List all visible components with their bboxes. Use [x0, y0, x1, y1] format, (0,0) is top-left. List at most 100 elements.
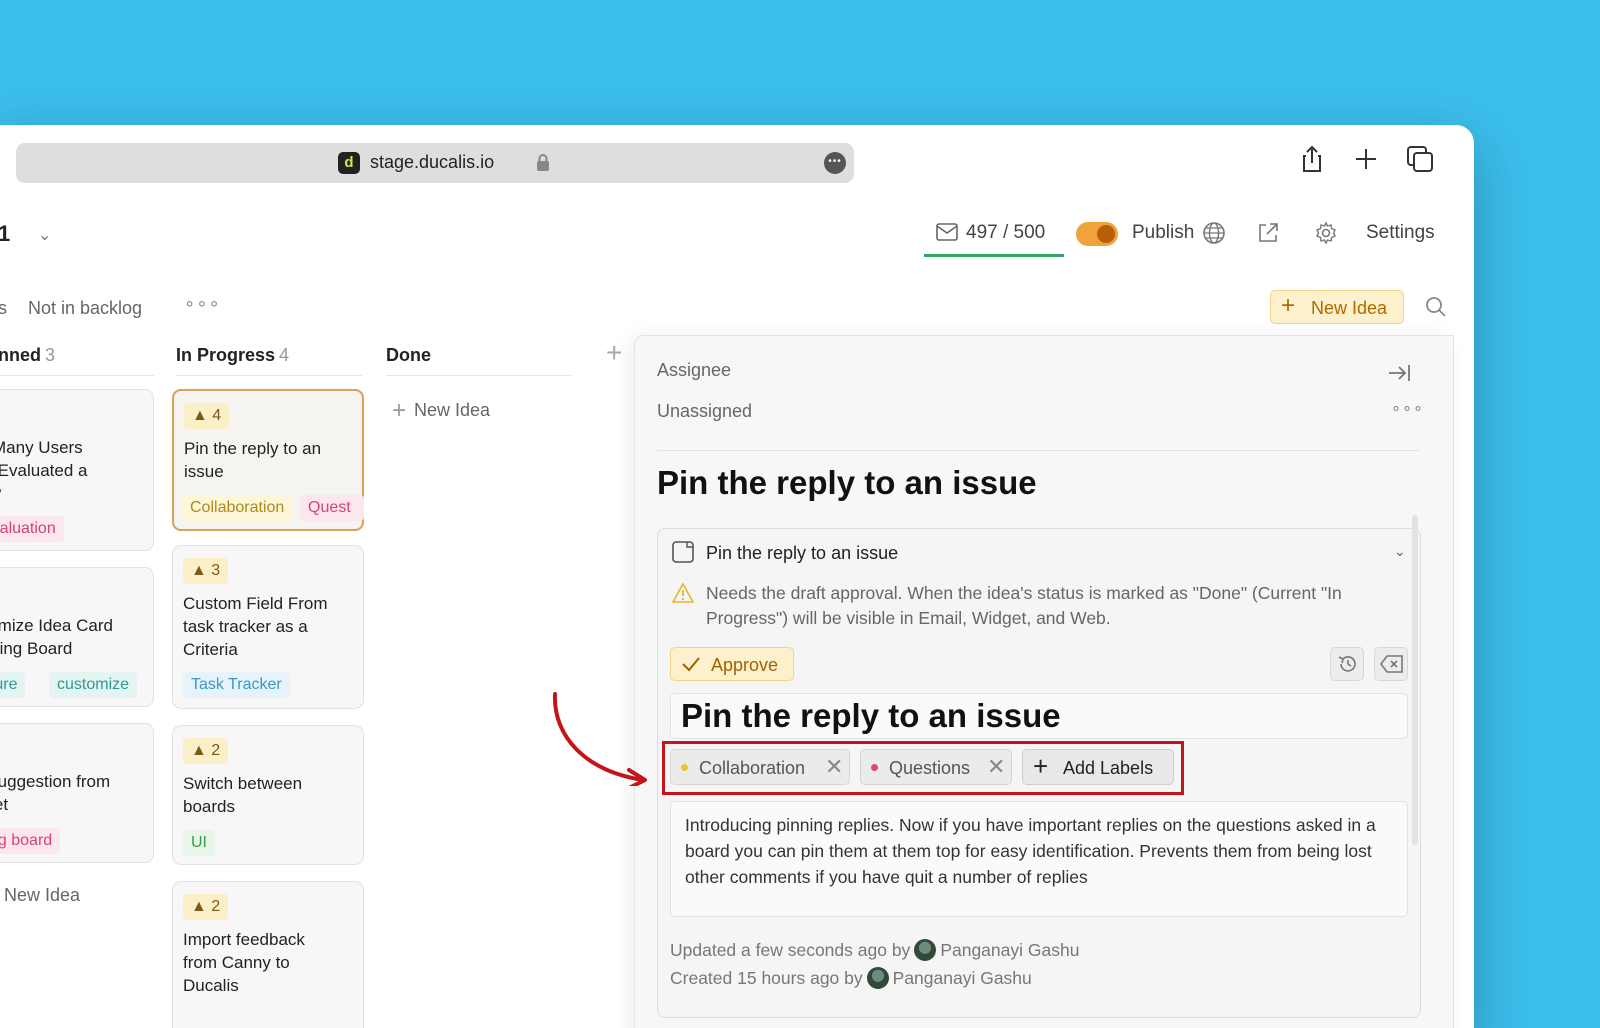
publish-label: Publish	[1132, 222, 1195, 243]
external-link-icon[interactable]	[1256, 221, 1280, 245]
avatar	[866, 967, 889, 989]
done-new-idea-link[interactable]: + New Idea	[392, 397, 490, 425]
vote-badge: ▲ 2	[183, 894, 229, 920]
column-header-done: Done	[386, 345, 431, 366]
label-chip-collaboration[interactable]: Collaboration ✕	[670, 749, 850, 785]
idea-title[interactable]: Pin the reply to an issue	[657, 464, 1037, 502]
new-tab-icon[interactable]	[1350, 143, 1382, 175]
filter-tab-not-in-backlog[interactable]: Not in backlog	[28, 298, 142, 319]
draft-warning-text: Needs the draft approval. When the idea'…	[706, 583, 1342, 628]
vote-badge: ▲ 2	[183, 738, 229, 764]
vote-badge: ▲ 3	[183, 558, 229, 584]
card-title: stomize Idea CardVoting Board	[0, 616, 113, 658]
add-labels-button[interactable]: + Add Labels	[1022, 749, 1174, 785]
filter-more-icon[interactable]: ∘∘∘	[184, 293, 221, 314]
remove-label-icon[interactable]: ✕	[987, 754, 1005, 780]
idea-card[interactable]: 3 stomize Idea CardVoting Board ature cu…	[0, 567, 154, 707]
column-name: nned	[0, 345, 41, 365]
column-divider	[176, 375, 362, 376]
column-divider	[386, 375, 572, 376]
panel-more-icon[interactable]: ∘∘∘	[1391, 398, 1424, 418]
label-dot	[681, 764, 688, 771]
idea-card[interactable]: ▲ 2 Import feedback from Canny to Ducalis	[172, 881, 364, 1028]
annotation-arrow-icon	[552, 692, 647, 786]
column-count: 4	[279, 345, 290, 365]
share-icon[interactable]	[1296, 143, 1328, 175]
site-favicon: d	[338, 152, 360, 174]
card-tag: UI	[183, 830, 215, 856]
backspace-icon	[1380, 655, 1403, 673]
column-name: In Progress	[176, 345, 276, 365]
email-quota-count: 497 / 500	[966, 222, 1046, 243]
browser-window: d stage.ducalis.io ••• 1 ⌄ 497 / 500 Pub…	[0, 125, 1474, 1028]
mail-icon	[936, 223, 958, 241]
column-name: Done	[386, 345, 431, 365]
add-labels-label: Add Labels	[1063, 758, 1154, 778]
tabs-overview-icon[interactable]	[1404, 143, 1436, 175]
warning-icon	[672, 583, 694, 603]
card-tag: Collaboration	[182, 495, 293, 521]
idea-card-selected[interactable]: ▲ 4 Pin the reply to an issue Collaborati…	[172, 389, 364, 531]
plus-icon: +	[392, 397, 407, 424]
gear-icon[interactable]	[1314, 221, 1338, 245]
idea-detail-panel: Assignee Unassigned ∘∘∘ Pin the reply to…	[634, 335, 1454, 1028]
card-tag: ature	[0, 672, 26, 698]
draft-name: Pin the reply to an issue	[706, 543, 899, 563]
lock-icon	[537, 154, 549, 171]
address-bar[interactable]: d stage.ducalis.io •••	[16, 143, 854, 183]
vote-badge: ▲ 4	[184, 403, 230, 429]
label-chip-questions[interactable]: Questions ✕	[860, 749, 1012, 785]
label-text: Collaboration	[699, 758, 806, 778]
column-divider	[0, 375, 154, 376]
idea-card[interactable]: 4 w Many Usersve Evaluated ask? Evaluati…	[0, 389, 154, 551]
new-idea-button-label: New Idea	[1311, 298, 1388, 318]
card-title: Switch between boards	[183, 774, 303, 816]
chevron-down-icon[interactable]: ⌄	[38, 225, 51, 245]
card-tag: customize	[49, 672, 138, 698]
more-options-icon[interactable]: •••	[824, 152, 846, 174]
settings-button[interactable]: Settings	[1366, 222, 1435, 244]
avatar	[914, 939, 937, 961]
add-column-icon[interactable]: +	[606, 337, 622, 369]
email-quota[interactable]: 497 / 500	[924, 213, 1064, 257]
chevron-down-icon[interactable]: ⌄	[1394, 543, 1406, 560]
draft-checkbox-icon	[672, 541, 694, 563]
panel-divider	[657, 450, 1419, 451]
created-meta: Created 15 hours ago by Panganayi Gashu	[670, 967, 1032, 989]
check-icon	[682, 657, 700, 672]
assignee-value[interactable]: Unassigned	[657, 401, 752, 422]
new-idea-label: New Idea	[4, 885, 81, 905]
description-textarea[interactable]: Introducing pinning replies. Now if you …	[670, 801, 1408, 917]
card-title: a suggestion fromdget	[0, 772, 111, 814]
card-title: Import feedback from Canny to Ducalis	[183, 930, 305, 995]
approve-label: Approve	[711, 655, 779, 675]
search-icon[interactable]	[1424, 295, 1448, 319]
panel-scrollbar[interactable]	[1412, 515, 1418, 845]
filter-tab-partial[interactable]: s	[0, 298, 7, 319]
approve-button[interactable]: Approve	[670, 647, 794, 681]
assignee-label: Assignee	[657, 360, 732, 380]
new-idea-label: New Idea	[414, 400, 491, 420]
history-icon	[1338, 656, 1356, 672]
new-idea-button[interactable]: + New Idea	[1270, 290, 1404, 324]
history-button[interactable]	[1330, 647, 1364, 681]
draft-section: Pin the reply to an issue ⌄ Needs the dr…	[657, 528, 1421, 1018]
collapse-panel-icon[interactable]	[1387, 362, 1411, 384]
globe-icon[interactable]	[1202, 221, 1226, 245]
board-name[interactable]: 1	[0, 221, 10, 247]
card-tag: ting board	[0, 828, 61, 854]
column-header-planned: nned 3	[0, 345, 55, 366]
card-tag: Evaluation	[0, 516, 64, 542]
card-tag: Task Tracker	[183, 672, 290, 698]
plus-icon: +	[1033, 751, 1049, 781]
url-text[interactable]: stage.ducalis.io	[370, 152, 494, 173]
idea-card[interactable]: 3 a suggestion fromdget ting board	[0, 723, 154, 863]
clear-button[interactable]	[1374, 647, 1408, 681]
column-header-in-progress: In Progress 4	[176, 345, 289, 366]
remove-label-icon[interactable]: ✕	[825, 754, 843, 780]
public-title-input[interactable]: Pin the reply to an issue	[670, 693, 1408, 739]
idea-card[interactable]: ▲ 3 Custom Field From task tracker as a Cr…	[172, 545, 364, 709]
publish-toggle[interactable]	[1076, 222, 1118, 246]
idea-card[interactable]: ▲ 2 Switch between boards UI	[172, 725, 364, 865]
planned-new-idea-link[interactable]: New Idea	[4, 885, 80, 906]
